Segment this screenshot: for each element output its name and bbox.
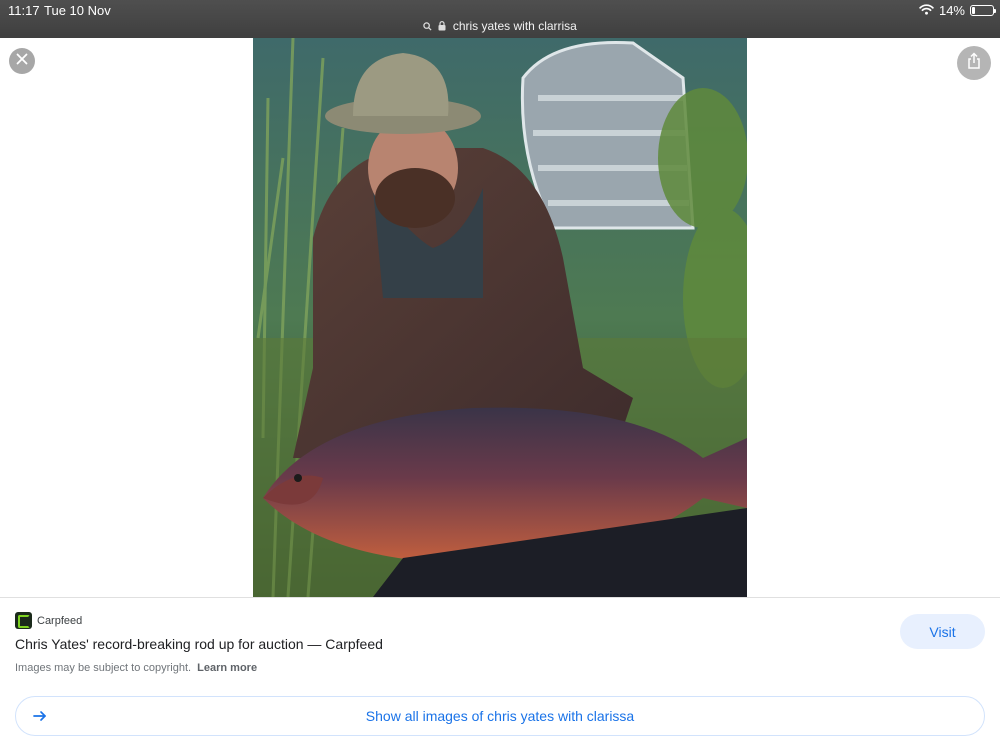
result-photo[interactable]: [253, 38, 747, 597]
show-all-images-label: Show all images of chris yates with clar…: [365, 708, 635, 724]
status-date: Tue 10 Nov: [44, 3, 111, 18]
address-bar[interactable]: chris yates with clarrisa: [0, 19, 1000, 34]
visit-button[interactable]: Visit: [900, 614, 985, 649]
result-title-link[interactable]: Chris Yates' record-breaking rod up for …: [15, 636, 383, 652]
lock-icon: [438, 20, 446, 34]
source-name: Carpfeed: [37, 614, 83, 627]
browser-top-bar: 11:17 Tue 10 Nov chris yates with clarri…: [0, 0, 1000, 38]
share-icon: [966, 51, 982, 75]
copyright-notice: Images may be subject to copyright. Lear…: [15, 662, 257, 674]
show-all-images-button[interactable]: Show all images of chris yates with clar…: [15, 696, 985, 736]
image-viewer: [0, 38, 1000, 597]
result-info-panel: Carpfeed Chris Yates' record-breaking ro…: [0, 597, 1000, 750]
learn-more-link[interactable]: Learn more: [197, 662, 257, 674]
carpfeed-logo-icon: [15, 612, 32, 629]
search-icon: [423, 20, 432, 34]
close-button[interactable]: [9, 48, 35, 74]
status-time: 11:17: [8, 3, 40, 18]
battery-percent: 14%: [938, 3, 965, 18]
source-site[interactable]: Carpfeed: [15, 612, 82, 629]
copyright-text: Images may be subject to copyright.: [15, 662, 192, 674]
share-button[interactable]: [957, 46, 991, 80]
address-bar-text: chris yates with clarrisa: [452, 19, 577, 33]
status-indicators: 14%: [919, 3, 996, 18]
battery-icon: [970, 5, 996, 16]
battery-level: [972, 7, 975, 14]
wifi-icon: [919, 3, 934, 18]
photo-illustration: [253, 38, 747, 597]
close-icon: [16, 52, 28, 70]
arrow-right-icon: [32, 708, 48, 729]
